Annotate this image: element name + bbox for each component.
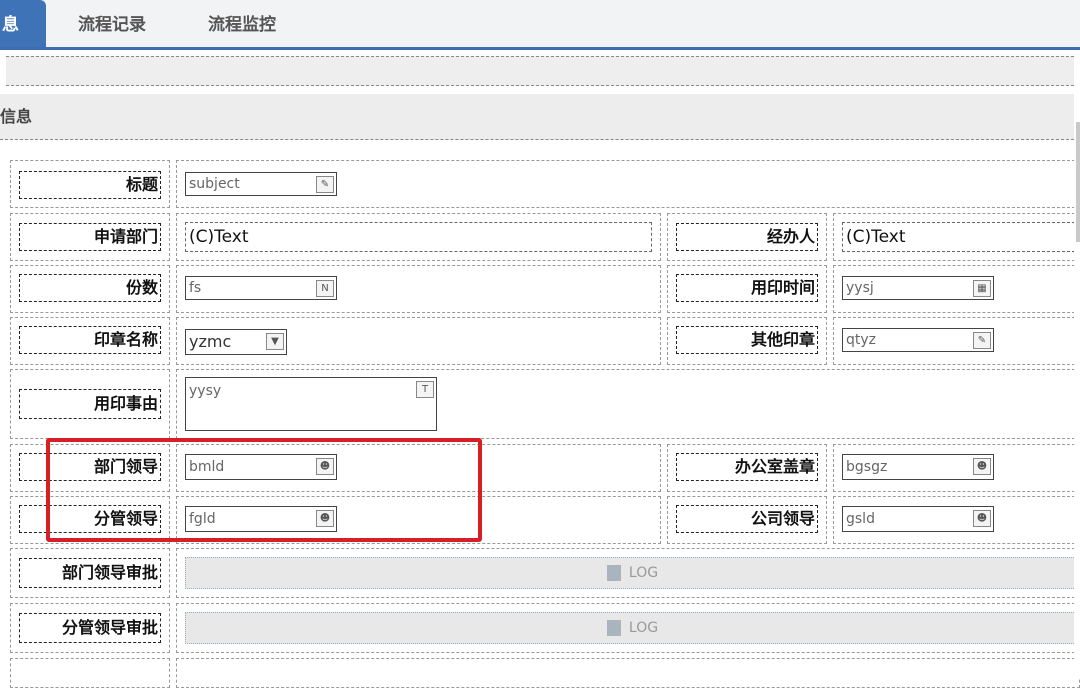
otherseal-value: qtyz <box>846 332 877 348</box>
handler-label: 经办人 <box>676 223 818 251</box>
chevron-down-icon[interactable]: ▼ <box>266 333 284 350</box>
officeseal-label: 办公室盖章 <box>676 453 818 481</box>
reason-label: 用印事由 <box>19 389 161 419</box>
highlight-box <box>46 438 482 542</box>
usetime-label: 用印时间 <box>676 274 818 302</box>
companyleader-input[interactable]: gsld ☻ <box>842 506 994 532</box>
deptapproval-log[interactable]: LOG <box>185 557 1080 589</box>
number-icon[interactable]: N <box>316 280 334 297</box>
reason-textarea[interactable]: yysy T <box>185 377 437 431</box>
subject-label: 标题 <box>19 171 161 199</box>
branchapproval-log[interactable]: LOG <box>185 612 1080 644</box>
calendar-icon[interactable]: ▦ <box>973 280 991 297</box>
tab-flow-monitor[interactable]: 流程监控 <box>208 0 276 47</box>
copies-input[interactable]: fs N <box>185 276 337 300</box>
copies-value: fs <box>189 280 202 296</box>
sealname-value: yzmc <box>189 332 232 351</box>
tab-flow-records[interactable]: 流程记录 <box>78 0 146 47</box>
edit-icon[interactable]: ✎ <box>973 332 991 349</box>
row-next-value <box>176 658 1080 688</box>
branchapproval-log-label: LOG <box>628 620 659 636</box>
log-icon <box>606 620 621 636</box>
officeseal-value: bgsgz <box>846 459 888 475</box>
usetime-value: yysj <box>846 280 874 296</box>
scrollbar-thumb[interactable] <box>1076 122 1080 242</box>
section-title: 信息 <box>0 94 1074 140</box>
dept-label: 申请部门 <box>19 223 161 251</box>
user-icon[interactable]: ☻ <box>973 458 991 475</box>
textarea-icon[interactable]: T <box>416 381 434 398</box>
toolbar-band <box>6 56 1074 86</box>
scrollbar[interactable] <box>1074 52 1080 678</box>
edit-icon[interactable]: ✎ <box>316 176 334 193</box>
tab-bar: 息 流程记录 流程监控 <box>0 0 1080 50</box>
otherseal-input[interactable]: qtyz ✎ <box>842 328 994 352</box>
tab-info[interactable]: 息 <box>0 0 46 47</box>
user-icon[interactable]: ☻ <box>973 510 991 527</box>
handler-field: (C)Text <box>842 222 1080 252</box>
usetime-input[interactable]: yysj ▦ <box>842 276 994 300</box>
sealname-select[interactable]: yzmc ▼ <box>185 329 287 355</box>
row-next <box>10 658 170 688</box>
reason-value: yysy <box>189 383 222 399</box>
log-icon <box>606 565 621 581</box>
companyleader-label: 公司领导 <box>676 505 818 533</box>
otherseal-label: 其他印章 <box>676 326 818 354</box>
officeseal-input[interactable]: bgsgz ☻ <box>842 454 994 480</box>
branchapproval-label: 分管领导审批 <box>19 613 161 643</box>
deptapproval-log-label: LOG <box>628 565 659 581</box>
dept-field: (C)Text <box>185 222 652 252</box>
subject-value: subject <box>189 176 240 192</box>
deptapproval-label: 部门领导审批 <box>19 558 161 588</box>
subject-input[interactable]: subject ✎ <box>185 172 337 196</box>
sealname-label: 印章名称 <box>19 326 161 354</box>
copies-label: 份数 <box>19 274 161 302</box>
companyleader-value: gsld <box>846 511 875 527</box>
